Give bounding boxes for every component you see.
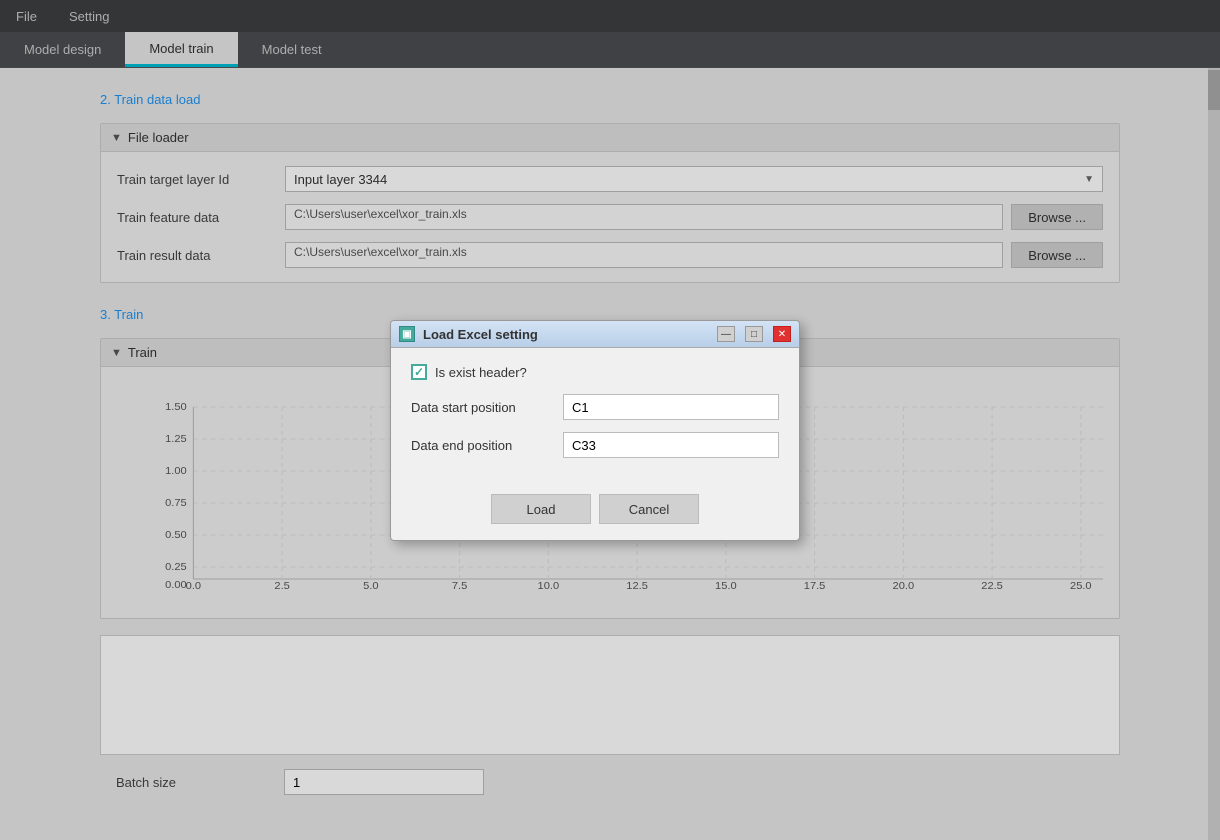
- data-end-position-row: Data end position: [411, 432, 779, 458]
- modal-body: ✓ Is exist header? Data start position D…: [391, 348, 799, 486]
- modal-minimize-button[interactable]: —: [717, 326, 735, 342]
- data-start-position-input[interactable]: [563, 394, 779, 420]
- modal-footer: Load Cancel: [391, 486, 799, 540]
- data-start-position-row: Data start position: [411, 394, 779, 420]
- modal-maximize-button[interactable]: □: [745, 326, 763, 342]
- data-end-position-input[interactable]: [563, 432, 779, 458]
- is-exist-header-row: ✓ Is exist header?: [411, 364, 779, 380]
- is-exist-header-checkbox[interactable]: ✓: [411, 364, 427, 380]
- load-button[interactable]: Load: [491, 494, 591, 524]
- data-end-position-label: Data end position: [411, 438, 551, 453]
- modal-title-text: Load Excel setting: [423, 327, 707, 342]
- data-start-position-label: Data start position: [411, 400, 551, 415]
- load-excel-modal: ▣ Load Excel setting — □ ✕ ✓ Is exist he…: [390, 320, 800, 541]
- modal-overlay: ▣ Load Excel setting — □ ✕ ✓ Is exist he…: [0, 0, 1220, 840]
- modal-titlebar: ▣ Load Excel setting — □ ✕: [391, 321, 799, 348]
- is-exist-header-label: Is exist header?: [435, 365, 527, 380]
- cancel-button[interactable]: Cancel: [599, 494, 699, 524]
- modal-title-icon: ▣: [399, 326, 415, 342]
- modal-close-button[interactable]: ✕: [773, 326, 791, 342]
